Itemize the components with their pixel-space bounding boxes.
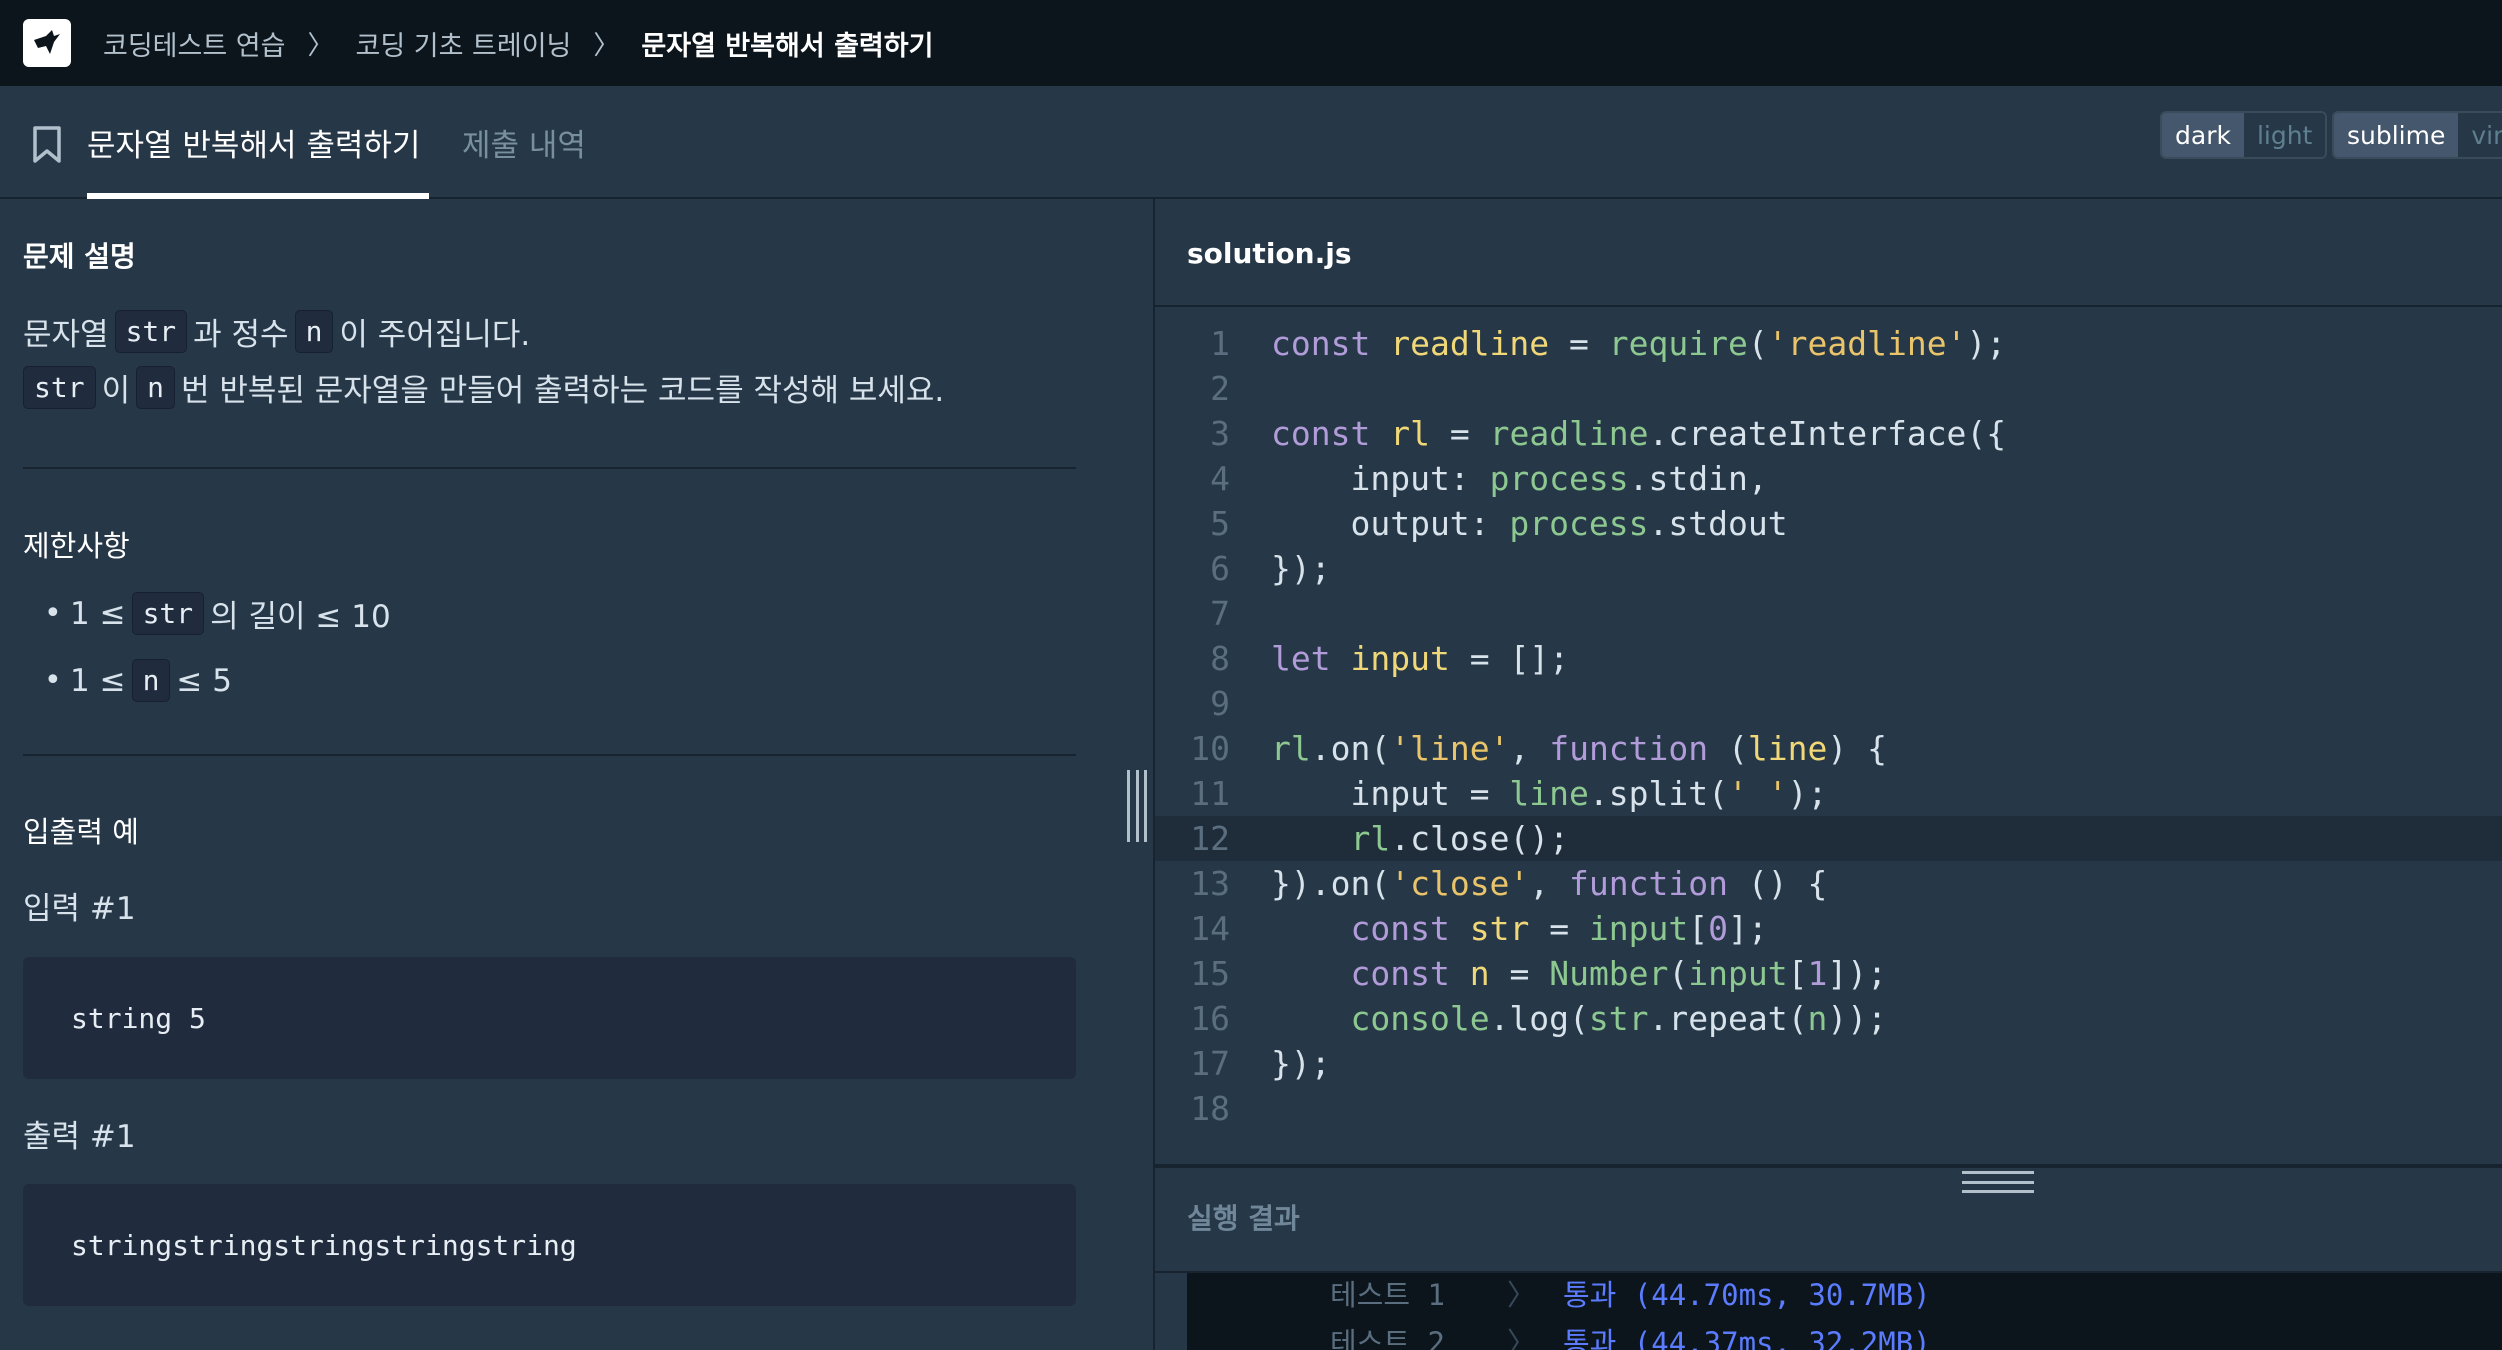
breadcrumb-item-current: 문자열 반복해서 출력하기	[641, 30, 934, 62]
inline-code-str: str	[131, 592, 205, 635]
test-label: 테스트 1	[1330, 1278, 1445, 1312]
code-line: 15 const n = Number(input[1]);	[1190, 954, 1887, 993]
inline-code-n: n	[136, 366, 175, 409]
test-label: 테스트 2	[1330, 1326, 1445, 1350]
desc-text: 이	[101, 373, 131, 409]
tab-problem[interactable]: 문자열 반복해서 출력하기	[87, 120, 429, 199]
input-example-box: string 5	[23, 957, 1076, 1079]
code-line: 4 input: process.stdin,	[1210, 459, 1768, 498]
inline-code-str: str	[114, 310, 188, 353]
code-line: 6});	[1210, 549, 1331, 588]
result-output: 테스트 1 〉 통과 (44.70ms, 30.7MB) 테스트 2 〉 통과 …	[1187, 1273, 2502, 1350]
inline-code-n: n	[131, 659, 171, 702]
code-line: 14 const str = input[0];	[1190, 909, 1768, 948]
section-divider	[23, 754, 1076, 756]
description-line-1: 문자열 str 과 정수 n 이 주어집니다.	[23, 309, 530, 354]
code-line: 8 let input = [];	[1210, 639, 1570, 678]
breadcrumb: 코딩테스트 연습 〉 코딩 기초 트레이닝 〉 문자열 반복해서 출력하기	[103, 24, 933, 63]
programmers-logo-icon[interactable]	[23, 19, 71, 67]
description-line-2: str 이 n 번 반복된 문자열을 만들어 출력하는 코드를 작성해 보세요.	[17, 365, 944, 410]
breadcrumb-separator-icon: 〉	[593, 30, 620, 61]
limit-text: ≤ 5	[176, 662, 232, 699]
desc-text: 번 반복된 문자열을 만들어 출력하는 코드를 작성해 보세요.	[180, 373, 945, 409]
code-line: 9	[1210, 684, 1230, 723]
tab-bar: 문자열 반복해서 출력하기 제출 내역 dark light sublime v…	[0, 86, 2502, 199]
code-line-active: 12 rl.close();	[1155, 816, 2502, 861]
desc-text: 이 주어집니다.	[339, 317, 531, 353]
theme-light-button[interactable]: light	[2243, 113, 2326, 157]
code-line: 5 output: process.stdout	[1210, 504, 1788, 543]
file-name: solution.js	[1187, 237, 1352, 270]
code-line: 2	[1210, 369, 1230, 408]
keymap-sublime-button[interactable]: sublime	[2334, 113, 2459, 157]
test-status: 통과 (44.70ms, 30.7MB)	[1563, 1278, 1931, 1312]
code-line: 3 const rl = readline.createInterface({	[1210, 414, 2007, 453]
output-label: 출력 #1	[23, 1119, 136, 1155]
editor-file-header: solution.js	[1155, 199, 2502, 307]
desc-text: 문자열	[23, 317, 109, 353]
result-divider	[1155, 1164, 2502, 1168]
tab-submissions[interactable]: 제출 내역	[462, 120, 586, 199]
limit-text: 의 길이 ≤ 10	[210, 599, 391, 635]
code-line: 16 console.log(str.repeat(n));	[1190, 999, 1887, 1038]
test-status: 통과 (44.37ms, 32.2MB)	[1563, 1326, 1931, 1350]
result-heading: 실행 결과	[1187, 1202, 1300, 1235]
chevron-right-icon: 〉	[1507, 1278, 1537, 1312]
theme-dark-button[interactable]: dark	[2162, 113, 2244, 157]
io-example-heading: 입출력 예	[23, 815, 139, 849]
code-editor[interactable]: 1 const readline = require('readline'); 2…	[1155, 309, 2502, 1164]
limits-heading: 제한사항	[23, 529, 130, 563]
theme-toggle: dark light	[2160, 111, 2328, 159]
code-line: 10 rl.on('line', function (line) {	[1190, 729, 1887, 768]
editor-panel: solution.js 1 const readline = require('r…	[1155, 199, 2502, 1350]
breadcrumb-item-practice[interactable]: 코딩테스트 연습	[103, 24, 285, 63]
input-label: 입력 #1	[23, 891, 136, 927]
inline-code-n: n	[294, 310, 334, 353]
keymap-toggle: sublime vim	[2332, 111, 2502, 159]
problem-panel: 문제 설명 문자열 str 과 정수 n 이 주어집니다. str 이 n 번 …	[0, 199, 1153, 1350]
code-line: 7	[1210, 594, 1230, 633]
desc-text: 과 정수	[193, 317, 289, 353]
description-heading: 문제 설명	[23, 240, 136, 273]
limit-item: 1 ≤ str 의 길이 ≤ 10	[44, 591, 391, 636]
code-line: 11 input = line.split(' ');	[1190, 774, 1828, 813]
breadcrumb-item-training[interactable]: 코딩 기초 트레이닝	[355, 24, 571, 63]
horizontal-resize-handle[interactable]	[1962, 1171, 2034, 1193]
inline-code-str: str	[23, 366, 96, 409]
limit-text: 1 ≤	[70, 662, 126, 699]
vertical-resize-handle[interactable]	[1127, 770, 1147, 842]
bookmark-icon[interactable]	[32, 126, 62, 164]
keymap-vim-button[interactable]: vim	[2458, 113, 2502, 157]
code-line: 17});	[1190, 1044, 1331, 1083]
breadcrumb-separator-icon: 〉	[307, 30, 334, 61]
top-navigation-bar: 코딩테스트 연습 〉 코딩 기초 트레이닝 〉 문자열 반복해서 출력하기	[0, 0, 2502, 86]
limit-item: 1 ≤ n ≤ 5	[44, 659, 232, 702]
limit-text: 1 ≤	[70, 595, 126, 632]
code-line: 1 const readline = require('readline');	[1210, 324, 2007, 363]
output-example-box: stringstringstringstringstring	[23, 1184, 1076, 1306]
code-line: 18	[1190, 1089, 1230, 1128]
section-divider	[23, 467, 1076, 469]
chevron-right-icon: 〉	[1507, 1326, 1537, 1350]
code-line: 13}).on('close', function () {	[1190, 864, 1828, 903]
